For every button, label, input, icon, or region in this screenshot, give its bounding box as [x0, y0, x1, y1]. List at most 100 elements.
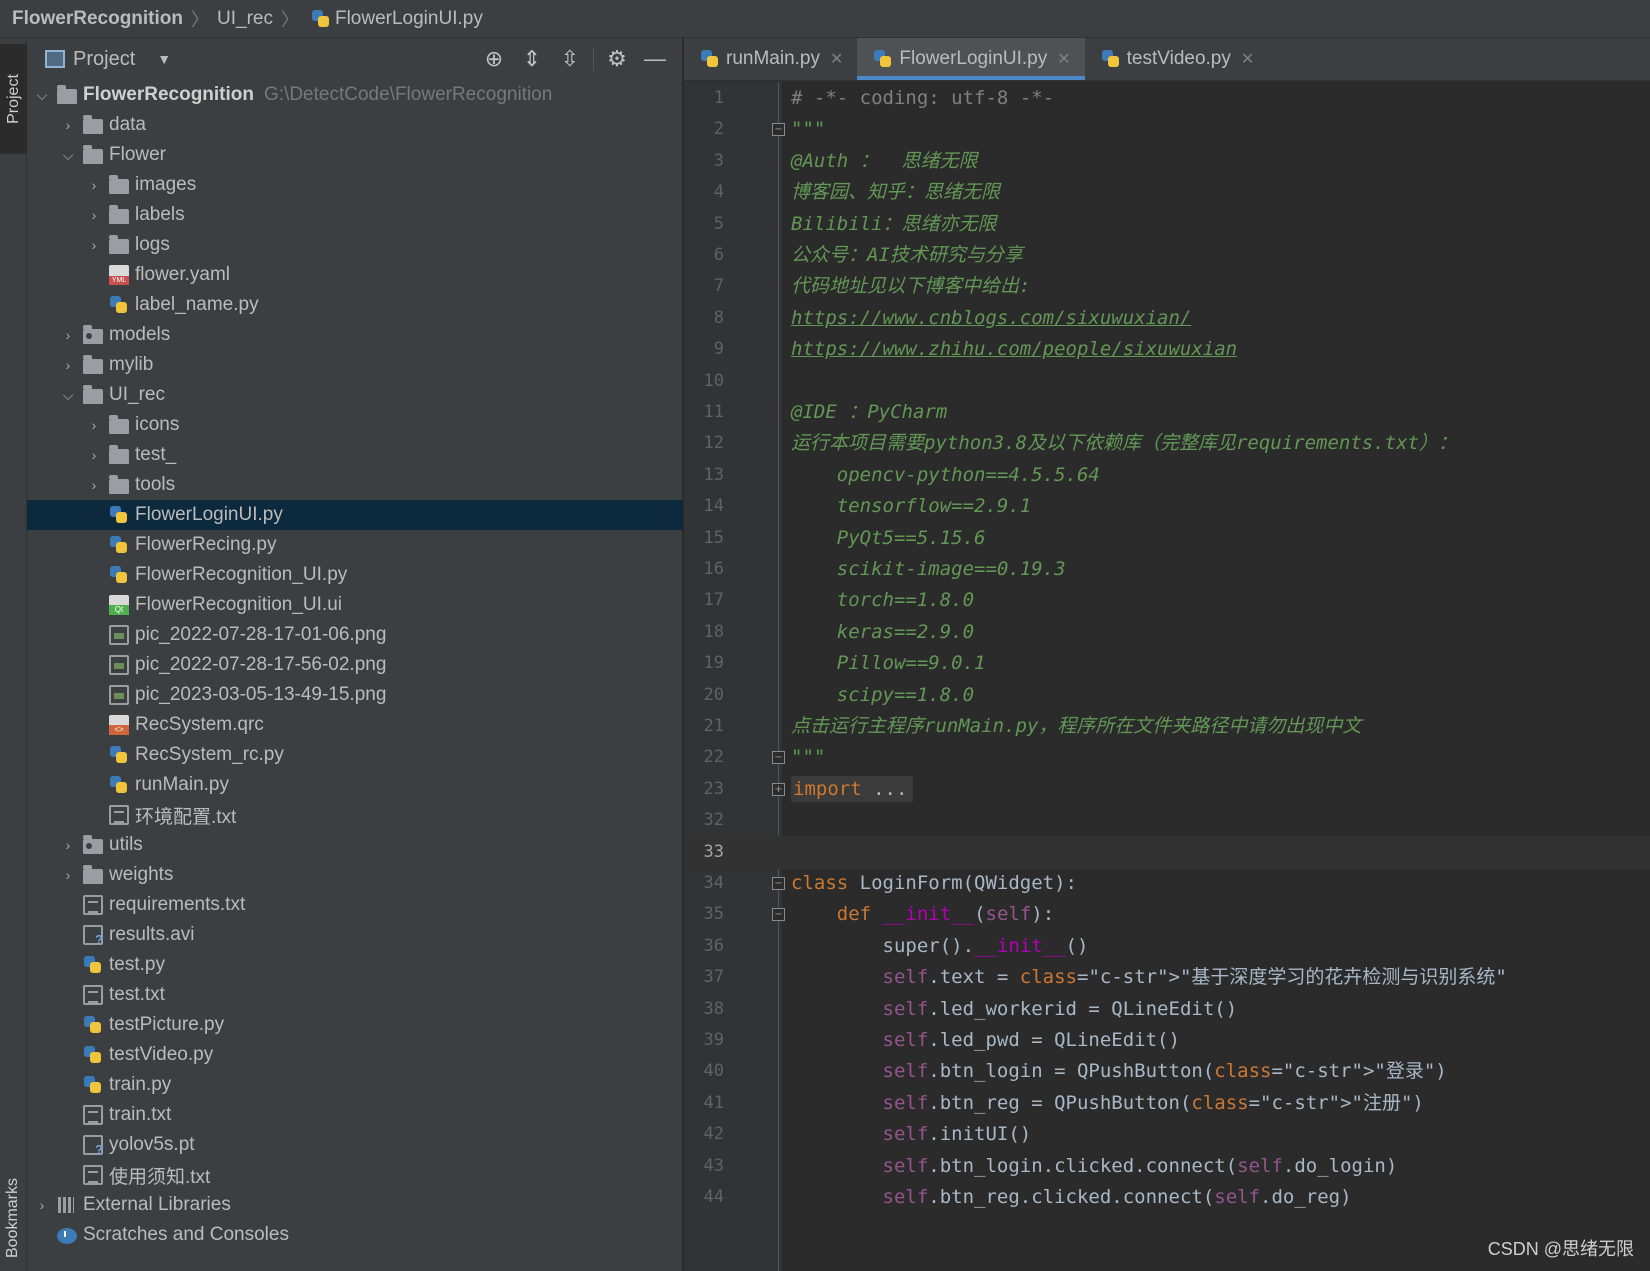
code-line[interactable]: 43 self.btn_login.clicked.connect(self.d…	[684, 1150, 1650, 1183]
code-line[interactable]: 17 torch==1.8.0	[684, 584, 1650, 617]
code-line[interactable]: 39 self.led_pwd = QLineEdit()	[684, 1024, 1650, 1057]
code-line[interactable]: 5 Bilibili：思绪亦无限	[684, 208, 1650, 241]
code-line[interactable]: 4 博客园、知乎：思绪无限	[684, 176, 1650, 209]
code-line[interactable]: 38 self.led_workerid = QLineEdit()	[684, 993, 1650, 1026]
tree-item-folder[interactable]: › tools	[27, 470, 683, 500]
tree-item-file[interactable]: pic_2022-07-28-17-01-06.png	[27, 620, 683, 650]
bookmarks-tool-tab[interactable]: Bookmarks	[0, 1168, 27, 1268]
tab-flowerloginui[interactable]: FlowerLoginUI.py ✕	[857, 38, 1085, 80]
code-line[interactable]: 11 @IDE ：PyCharm	[684, 396, 1650, 429]
code-text[interactable]: @Auth ： 思绪无限	[791, 145, 978, 178]
code-text[interactable]: 公众号：AI技术研究与分享	[791, 239, 1023, 272]
minimize-icon[interactable]: —	[636, 43, 674, 75]
tree-item-file[interactable]: requirements.txt	[27, 890, 683, 920]
tree-item-file[interactable]: FlowerRecognition_UI.ui	[27, 590, 683, 620]
code-text[interactable]: PyQt5==5.15.6	[791, 522, 986, 555]
code-text[interactable]: keras==2.9.0	[791, 616, 974, 649]
tree-item-folder[interactable]: ⌵ Flower	[27, 140, 683, 170]
tree-item-file[interactable]: RecSystem_rc.py	[27, 740, 683, 770]
tree-item-root[interactable]: ⌵ FlowerRecognition G:\DetectCode\Flower…	[27, 80, 683, 110]
code-text[interactable]: Bilibili：思绪亦无限	[791, 208, 997, 241]
tree-item-folder[interactable]: › weights	[27, 860, 683, 890]
code-text[interactable]: super().__init__()	[791, 930, 1089, 963]
code-line[interactable]: 32	[684, 804, 1650, 837]
code-line[interactable]: 33	[684, 835, 1650, 869]
tree-item-file[interactable]: label_name.py	[27, 290, 683, 320]
chevron-right-icon[interactable]: ›	[83, 417, 105, 433]
code-text[interactable]: """	[791, 113, 825, 146]
code-line[interactable]: 18 keras==2.9.0	[684, 616, 1650, 649]
code-text[interactable]: 点击运行主程序runMain.py，程序所在文件夹路径中请勿出现中文	[791, 710, 1361, 743]
chevron-right-icon[interactable]: ›	[83, 477, 105, 493]
chevron-right-icon[interactable]: ›	[83, 447, 105, 463]
tree-item-folder[interactable]: › labels	[27, 200, 683, 230]
tree-item-file[interactable]: yolov5s.pt	[27, 1130, 683, 1160]
code-line[interactable]: 34 class LoginForm(QWidget): −	[684, 867, 1650, 900]
chevron-right-icon[interactable]: ›	[31, 1197, 53, 1213]
tab-runmain[interactable]: runMain.py ✕	[684, 38, 857, 80]
chevron-right-icon[interactable]: ›	[57, 867, 79, 883]
code-text[interactable]: self.btn_reg.clicked.connect(self.do_reg…	[791, 1181, 1352, 1214]
fold-marker-icon[interactable]: −	[772, 877, 785, 890]
code-line[interactable]: 23 import ... +	[684, 773, 1650, 806]
code-text[interactable]: tensorflow==2.9.1	[791, 490, 1031, 523]
code-text[interactable]: 代码地址见以下博客中给出:	[791, 270, 1030, 303]
chevron-down-icon[interactable]: ⌵	[57, 387, 79, 404]
tree-item-file[interactable]: test.txt	[27, 980, 683, 1010]
code-text[interactable]: torch==1.8.0	[791, 584, 974, 617]
code-line[interactable]: 21 点击运行主程序runMain.py，程序所在文件夹路径中请勿出现中文	[684, 710, 1650, 743]
breadcrumb-project[interactable]: FlowerRecognition	[12, 8, 183, 30]
code-text[interactable]: self.text = class="c-str">"基于深度学习的花卉检测与识…	[791, 961, 1507, 994]
code-line[interactable]: 40 self.btn_login = QPushButton(class="c…	[684, 1055, 1650, 1088]
code-line[interactable]: 3 @Auth ： 思绪无限	[684, 145, 1650, 178]
code-text[interactable]: def __init__(self):	[791, 898, 1054, 931]
tree-item-file[interactable]: 环境配置.txt	[27, 800, 683, 830]
code-text[interactable]: self.btn_login.clicked.connect(self.do_l…	[791, 1150, 1398, 1183]
tree-item-folder[interactable]: › icons	[27, 410, 683, 440]
code-line[interactable]: 35 def __init__(self): −	[684, 898, 1650, 931]
code-line[interactable]: 12 运行本项目需要python3.8及以下依赖库（完整库见requirement…	[684, 427, 1650, 460]
tree-item-folder[interactable]: › utils	[27, 830, 683, 860]
code-text[interactable]: https://www.cnblogs.com/sixuwuxian/	[791, 302, 1191, 335]
tree-item-file-selected[interactable]: FlowerLoginUI.py	[27, 500, 683, 530]
code-line[interactable]: 36 super().__init__()	[684, 930, 1650, 963]
tree-item-folder[interactable]: ⌵ UI_rec	[27, 380, 683, 410]
fold-marker-icon[interactable]: −	[772, 751, 785, 765]
breadcrumb-file[interactable]: FlowerLoginUI.py	[335, 8, 483, 30]
close-icon[interactable]: ✕	[830, 49, 843, 69]
code-text[interactable]: Pillow==9.0.1	[791, 647, 986, 680]
tree-item-file[interactable]: train.txt	[27, 1100, 683, 1130]
chevron-right-icon[interactable]: ›	[83, 237, 105, 253]
tree-item-file[interactable]: pic_2023-03-05-13-49-15.png	[27, 680, 683, 710]
fold-marker-icon[interactable]: −	[772, 908, 785, 922]
tree-item-folder[interactable]: › test_	[27, 440, 683, 470]
code-line[interactable]: 15 PyQt5==5.15.6	[684, 522, 1650, 555]
chevron-down-icon[interactable]: ⌵	[31, 87, 53, 104]
tree-item-folder[interactable]: › models	[27, 320, 683, 350]
project-panel-title[interactable]: Project	[73, 48, 135, 71]
tree-item-file[interactable]: FlowerRecing.py	[27, 530, 683, 560]
chevron-down-icon[interactable]: ⌵	[57, 147, 79, 164]
code-line[interactable]: 16 scikit-image==0.19.3	[684, 553, 1650, 586]
tree-item-file[interactable]: flower.yaml	[27, 260, 683, 290]
code-line[interactable]: 37 self.text = class="c-str">"基于深度学习的花卉检…	[684, 961, 1650, 994]
target-icon[interactable]: ⊕	[475, 43, 513, 75]
code-text[interactable]: self.btn_login = QPushButton(class="c-st…	[791, 1055, 1447, 1088]
code-line[interactable]: 14 tensorflow==2.9.1	[684, 490, 1650, 523]
tree-item-folder[interactable]: › logs	[27, 230, 683, 260]
close-icon[interactable]: ✕	[1241, 49, 1254, 69]
code-text[interactable]: 博客园、知乎：思绪无限	[791, 176, 1000, 209]
gear-icon[interactable]: ⚙	[598, 43, 636, 75]
chevron-right-icon[interactable]: ›	[83, 177, 105, 193]
tree-item-file[interactable]: pic_2022-07-28-17-56-02.png	[27, 650, 683, 680]
code-line[interactable]: 44 self.btn_reg.clicked.connect(self.do_…	[684, 1181, 1650, 1214]
code-text[interactable]: self.led_workerid = QLineEdit()	[791, 993, 1238, 1026]
code-text[interactable]: scikit-image==0.19.3	[791, 553, 1066, 586]
chevron-right-icon[interactable]: ›	[57, 357, 79, 373]
code-line[interactable]: 10	[684, 365, 1650, 398]
tree-item-file[interactable]: testVideo.py	[27, 1040, 683, 1070]
code-editor[interactable]: 1 # -*- coding: utf-8 -*- 2 """ −3 @Auth ： 思绪…	[684, 82, 1650, 1271]
tree-item-scratches[interactable]: Scratches and Consoles	[27, 1220, 683, 1250]
code-line[interactable]: 42 self.initUI()	[684, 1118, 1650, 1151]
tree-item-file[interactable]: 使用须知.txt	[27, 1160, 683, 1190]
